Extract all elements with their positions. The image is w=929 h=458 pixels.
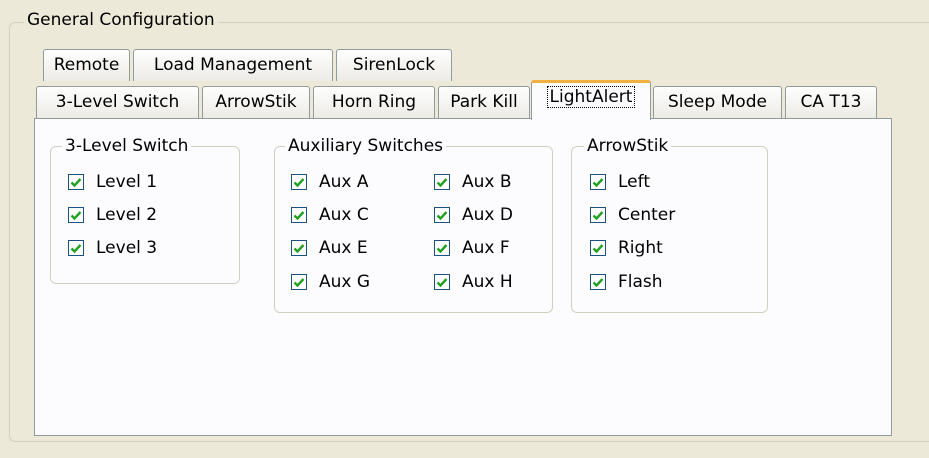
checkmark-icon xyxy=(592,177,604,187)
aux-a-checkbox[interactable]: Aux A xyxy=(291,170,369,194)
level-1-checkbox[interactable]: Level 1 xyxy=(68,170,157,194)
tab-label: CA T13 xyxy=(800,92,862,112)
tab-arrowstik[interactable]: ArrowStik xyxy=(202,86,310,118)
auxiliary-switches-group-title: Auxiliary Switches xyxy=(285,134,447,158)
aux-b-checkbox[interactable]: Aux B xyxy=(434,170,512,194)
checkmark-icon xyxy=(436,243,448,253)
checkbox-label: Aux C xyxy=(319,205,369,225)
checkbox-label: Aux B xyxy=(462,172,512,192)
level-switch-group-title: 3-Level Switch xyxy=(62,134,192,158)
aux-e-checkbox[interactable]: Aux E xyxy=(291,236,368,260)
left-checkbox[interactable]: Left xyxy=(590,170,650,194)
tab-ca-t13[interactable]: CA T13 xyxy=(785,86,877,118)
checkbox-box[interactable] xyxy=(434,240,450,256)
right-checkbox[interactable]: Right xyxy=(590,236,663,260)
tab-label: 3-Level Switch xyxy=(55,92,180,112)
level-3-checkbox[interactable]: Level 3 xyxy=(68,236,157,260)
checkmark-icon xyxy=(293,177,305,187)
checkbox-box[interactable] xyxy=(590,240,606,256)
checkbox-label: Flash xyxy=(618,272,663,292)
tab-lightalert[interactable]: LightAlert xyxy=(531,80,651,120)
checkbox-label: Level 2 xyxy=(96,205,158,225)
tab-3-level-switch[interactable]: 3-Level Switch xyxy=(36,86,199,118)
checkmark-icon xyxy=(436,210,448,220)
tab-label: Sleep Mode xyxy=(668,92,767,112)
checkbox-label: Aux F xyxy=(462,238,510,258)
checkbox-box[interactable] xyxy=(434,274,450,290)
checkbox-box[interactable] xyxy=(590,207,606,223)
checkmark-icon xyxy=(436,277,448,287)
checkbox-box[interactable] xyxy=(590,174,606,190)
checkbox-label: Aux H xyxy=(462,272,513,292)
tab-horn-ring[interactable]: Horn Ring xyxy=(313,86,435,118)
tab-label: Park Kill xyxy=(450,92,518,112)
checkbox-label: Aux G xyxy=(319,272,371,292)
checkbox-label: Level 1 xyxy=(96,172,158,192)
center-checkbox[interactable]: Center xyxy=(590,203,675,227)
tab-remote[interactable]: Remote xyxy=(43,49,130,81)
tab-label: Horn Ring xyxy=(331,92,417,112)
tab-label: SirenLock xyxy=(352,55,436,75)
checkbox-label: Level 3 xyxy=(96,238,158,258)
checkmark-icon xyxy=(293,277,305,287)
flash-checkbox[interactable]: Flash xyxy=(590,270,663,294)
checkbox-box[interactable] xyxy=(291,274,307,290)
checkbox-box[interactable] xyxy=(68,240,84,256)
checkbox-label: Aux D xyxy=(462,205,513,225)
checkmark-icon xyxy=(70,177,82,187)
tab-label: Remote xyxy=(53,55,120,75)
checkbox-box[interactable] xyxy=(68,174,84,190)
tab-load-management[interactable]: Load Management xyxy=(133,49,333,81)
checkmark-icon xyxy=(70,243,82,253)
checkmark-icon xyxy=(592,243,604,253)
checkmark-icon xyxy=(592,210,604,220)
tab-park-kill[interactable]: Park Kill xyxy=(438,86,530,118)
checkmark-icon xyxy=(436,177,448,187)
checkbox-label: Center xyxy=(618,205,676,225)
checkbox-box[interactable] xyxy=(434,174,450,190)
checkbox-box[interactable] xyxy=(291,207,307,223)
checkmark-icon xyxy=(293,243,305,253)
general-configuration-title: General Configuration xyxy=(24,8,218,32)
checkbox-label: Aux A xyxy=(319,172,369,192)
tab-sleep-mode[interactable]: Sleep Mode xyxy=(653,86,782,118)
tab-sirenlock[interactable]: SirenLock xyxy=(336,49,452,81)
aux-h-checkbox[interactable]: Aux H xyxy=(434,270,513,294)
aux-d-checkbox[interactable]: Aux D xyxy=(434,203,513,227)
checkmark-icon xyxy=(592,277,604,287)
arrowstik-group-title: ArrowStik xyxy=(584,134,672,158)
checkbox-box[interactable] xyxy=(590,274,606,290)
level-2-checkbox[interactable]: Level 2 xyxy=(68,203,157,227)
checkbox-label: Left xyxy=(618,172,650,192)
checkbox-box[interactable] xyxy=(68,207,84,223)
checkbox-box[interactable] xyxy=(434,207,450,223)
tab-label: Load Management xyxy=(153,55,313,75)
aux-c-checkbox[interactable]: Aux C xyxy=(291,203,369,227)
tab-label: ArrowStik xyxy=(215,92,297,112)
checkbox-label: Aux E xyxy=(319,238,368,258)
checkmark-icon xyxy=(70,210,82,220)
checkbox-box[interactable] xyxy=(291,240,307,256)
aux-f-checkbox[interactable]: Aux F xyxy=(434,236,510,260)
checkmark-icon xyxy=(293,210,305,220)
checkbox-box[interactable] xyxy=(291,174,307,190)
aux-g-checkbox[interactable]: Aux G xyxy=(291,270,370,294)
checkbox-label: Right xyxy=(618,238,663,258)
tab-label: LightAlert xyxy=(546,86,636,108)
